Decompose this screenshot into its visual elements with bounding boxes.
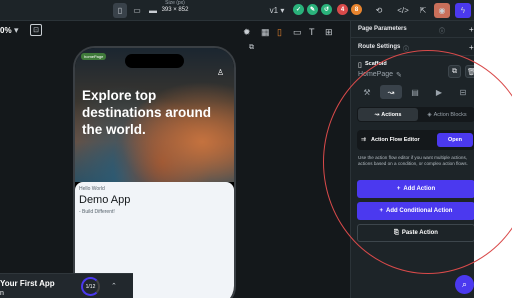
action-icon[interactable]: ↝ (380, 85, 402, 99)
version-label: v1 (269, 6, 279, 15)
onboarding-subtitle: n (0, 290, 4, 297)
magic-icon[interactable]: ⚒ (356, 85, 378, 99)
chevron-down-icon[interactable]: ▾ (14, 25, 19, 36)
action-flow-editor-card: ⇉ Action Flow Editor Open (357, 130, 474, 150)
copy-icon[interactable]: ⧉ (448, 65, 461, 78)
route-settings-heading[interactable]: Route Settings (358, 44, 400, 50)
edit-icon[interactable]: ✎ (396, 71, 402, 79)
add-action-label: Add Action (403, 186, 436, 192)
tablet-icon[interactable]: ▭ (130, 3, 144, 18)
version-select[interactable]: v1 ▾ (266, 3, 288, 18)
tab-action-blocks[interactable]: ◈ Action Blocks (419, 108, 474, 121)
properties-panel: Page Parameters ⓘ + Route Settings ⓘ + ▯… (350, 21, 474, 298)
divider (351, 55, 474, 56)
phone-notch (125, 54, 184, 68)
properties-icon[interactable]: ▤ (404, 85, 426, 99)
zoom-level[interactable]: 0% (0, 26, 12, 35)
text-icon[interactable]: T (309, 27, 315, 37)
divider (351, 37, 474, 38)
demo-subtitle[interactable]: - Build Different! (79, 209, 115, 215)
plus-icon: + (396, 186, 401, 192)
page-name[interactable]: HomePage (358, 71, 393, 78)
eye-icon[interactable]: ◉ (434, 3, 450, 18)
error-badge[interactable]: 4 (337, 4, 348, 15)
history-icon[interactable]: ↺ (321, 4, 332, 15)
paste-icon: ⎘ (394, 229, 399, 236)
phone-preview[interactable]: homePage ♙ Explore top destinations arou… (73, 46, 236, 298)
add-icon[interactable]: + (469, 43, 474, 52)
search-icon[interactable]: ⌕ (455, 275, 474, 294)
tab-actions[interactable]: ↝ Actions (358, 108, 418, 121)
hero-title[interactable]: Explore top destinations around the worl… (82, 87, 232, 138)
tab-actions-label: Actions (381, 111, 402, 118)
play-icon[interactable]: ▶ (428, 85, 450, 99)
sun-icon[interactable]: ✹ (243, 27, 251, 38)
tab-action-blocks-label: Action Blocks (433, 111, 467, 118)
user-icon[interactable]: ♙ (217, 68, 224, 77)
lightning-icon[interactable]: ϟ (455, 3, 471, 18)
paste-action-button[interactable]: ⎘ Paste Action (357, 224, 474, 242)
hello-text[interactable]: Hello World (79, 186, 105, 192)
check-icon[interactable]: ✓ (293, 4, 304, 15)
size-value: 393 × 852 (161, 7, 189, 13)
undo-icon[interactable]: ⟲ (372, 3, 386, 18)
paste-action-label: Paste Action (401, 230, 438, 236)
info-icon[interactable]: ⓘ (403, 44, 409, 53)
fit-screen-icon[interactable]: ⊡ (30, 24, 42, 36)
add-conditional-action-button[interactable]: + Add Conditional Action (357, 202, 474, 220)
onboarding-title: Your First App (0, 279, 55, 288)
export-icon[interactable]: ⇱ (416, 3, 430, 18)
chevron-up-icon[interactable]: ⌃ (111, 282, 117, 290)
delete-icon[interactable]: 🗑 (465, 65, 474, 78)
grid-icon[interactable]: ▦ (261, 27, 270, 38)
top-toolbar: ▯ ▭ ▬ Size (px) 393 × 852 v1 ▾ ✓ ✎ ↺ 4 8… (0, 0, 474, 21)
size-label: Size (px) (165, 0, 185, 6)
tablet-frame-icon[interactable]: ▭ (293, 27, 302, 38)
actions-segment: ↝ Actions ◈ Action Blocks (357, 107, 474, 122)
phone-frame-icon[interactable]: ▯ (277, 27, 282, 38)
phone-icon[interactable]: ▯ (113, 3, 127, 18)
blocks-icon: ◈ (427, 111, 432, 118)
action-flow-editor-label: Action Flow Editor (371, 137, 420, 143)
warning-badge[interactable]: 8 (351, 4, 362, 15)
add-conditional-action-label: Add Conditional Action (386, 208, 453, 214)
info-icon[interactable]: ⓘ (439, 26, 445, 35)
flutterflow-editor: ▯ ▭ ▬ Size (px) 393 × 852 v1 ▾ ✓ ✎ ↺ 4 8… (0, 0, 474, 298)
add-action-button[interactable]: + Add Action (357, 180, 474, 198)
comment-icon[interactable]: ✎ (307, 4, 318, 15)
page-parameters-heading[interactable]: Page Parameters (358, 26, 407, 32)
phone-icon: ▯ (358, 62, 362, 69)
copy-frame-icon[interactable]: ⧉ (249, 44, 254, 52)
scaffold-label: Scaffold (365, 61, 387, 67)
action-icon: ↝ (374, 111, 380, 118)
demo-title[interactable]: Demo App (79, 194, 130, 206)
onboarding-bar[interactable]: Your First App n 1/12 ⌃ (0, 273, 133, 298)
flow-icon: ⇉ (361, 137, 367, 143)
add-icon[interactable]: + (469, 25, 474, 34)
tree-icon[interactable]: ⊞ (325, 27, 333, 38)
help-text: Use the action flow editor if you want m… (358, 155, 468, 166)
open-button[interactable]: Open (437, 133, 473, 147)
progress-ring: 1/12 (81, 277, 100, 296)
code-icon[interactable]: </> (396, 3, 410, 18)
plus-icon: + (379, 208, 384, 214)
canvas-size[interactable]: Size (px) 393 × 852 (158, 0, 192, 14)
backend-icon[interactable]: ⊟ (452, 85, 474, 99)
panel-tabs: ⚒ ↝ ▤ ▶ ⊟ (356, 85, 474, 100)
page-name-pill: homePage (81, 53, 107, 60)
